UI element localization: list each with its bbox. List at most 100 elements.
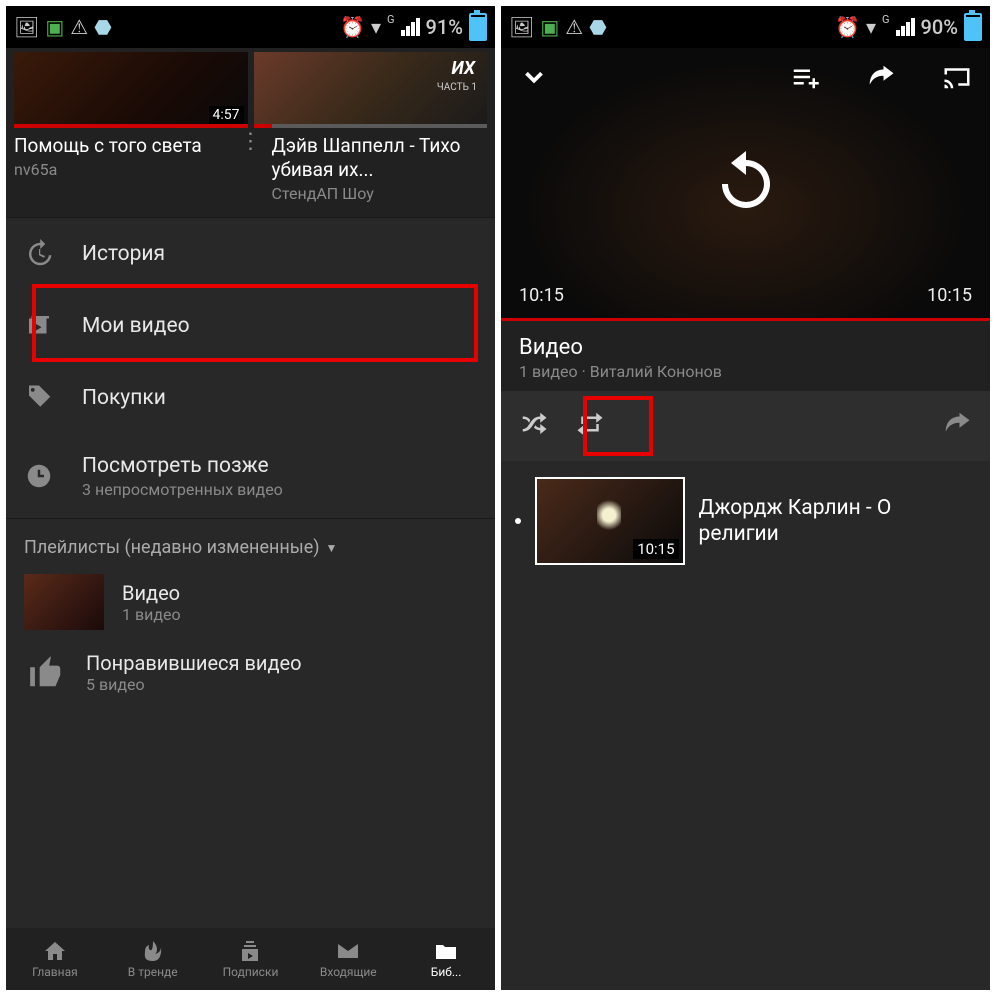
- add-to-playlist-button[interactable]: [790, 62, 820, 96]
- menu-purchases[interactable]: Покупки: [6, 362, 495, 434]
- player-time-elapsed: 10:15: [519, 285, 564, 306]
- video-channel: nv65a: [14, 160, 230, 179]
- nav-trending[interactable]: В тренде: [104, 928, 202, 990]
- playlist-controls: [501, 391, 990, 461]
- share-button[interactable]: [866, 62, 896, 96]
- battery-percent: 91%: [426, 15, 463, 39]
- playlist-thumbnail: [24, 574, 104, 630]
- share-icon: [866, 62, 896, 92]
- dropdown-triangle-icon: ▼: [326, 541, 338, 555]
- alarm-icon: ⏰: [340, 15, 365, 39]
- thumb-overlay-text-2: ЧАСТЬ 1: [437, 82, 477, 93]
- track-thumbnail: 10:15: [535, 477, 685, 565]
- like-icon: [24, 650, 68, 694]
- menu-label: Мои видео: [82, 314, 190, 338]
- menu-history[interactable]: История: [6, 218, 495, 290]
- collapse-button[interactable]: [519, 62, 549, 96]
- tag-icon: [24, 383, 54, 413]
- network-g-icon: G: [882, 13, 890, 26]
- replay-button[interactable]: [710, 145, 782, 221]
- video-thumbnail-2[interactable]: ИХ ЧАСТЬ 1: [254, 52, 488, 128]
- mail-icon: [336, 939, 360, 963]
- cast-icon: [942, 62, 972, 92]
- playlist-title: Видео: [122, 581, 181, 605]
- share-icon: [942, 409, 972, 439]
- menu-label: История: [82, 242, 165, 266]
- warning-icon: ⚠: [70, 15, 88, 39]
- nav-subscriptions[interactable]: Подписки: [202, 928, 300, 990]
- menu-my-videos[interactable]: Мои видео: [6, 290, 495, 362]
- battery-icon: [964, 13, 982, 41]
- loop-button[interactable]: [575, 409, 605, 443]
- subscriptions-icon: [238, 939, 262, 963]
- thumb-overlay-text: ИХ: [452, 58, 475, 79]
- video-thumbnail-1[interactable]: 4:57: [14, 52, 248, 128]
- video-thumbnails-row: 4:57 ИХ ЧАСТЬ 1: [6, 48, 495, 128]
- playlist-name: Видео: [519, 335, 972, 360]
- clock-icon: [24, 461, 54, 491]
- duration-badge: 10:15: [633, 539, 678, 559]
- signal-icon: [401, 18, 420, 36]
- screenshot-left-library: 🖼 ▣ ⚠ ⬣ ⏰ ▾ G 91% 4:57 ИХ ЧАСТЬ 1 Помо: [6, 6, 495, 990]
- wifi-icon: ▾: [371, 15, 381, 39]
- shuffle-button[interactable]: [519, 409, 549, 443]
- image-icon: 🖼: [509, 15, 534, 39]
- player-time-total: 10:15: [927, 285, 972, 306]
- nav-label: Главная: [32, 965, 78, 979]
- bottom-nav: Главная В тренде Подписки Входящие Биб..…: [6, 928, 495, 990]
- playlist-add-icon: [790, 62, 820, 92]
- playlist-item-liked[interactable]: Понравившиеся видео 5 видео: [6, 640, 495, 704]
- cast-button[interactable]: [942, 62, 972, 96]
- replay-icon: [710, 145, 782, 217]
- menu-watch-later[interactable]: Посмотреть позже 3 непросмотренных видео: [6, 434, 495, 518]
- image-icon: 🖼: [14, 15, 39, 39]
- duration-badge: 4:57: [209, 106, 244, 124]
- statusbar-right: 🖼 ▣ ⚠ ⬣ ⏰ ▾ G 90%: [501, 6, 990, 48]
- playlist-info[interactable]: Видео 1 видео · Виталий Кононов: [501, 321, 990, 391]
- video-item-1[interactable]: Помощь с того света nv65a: [14, 134, 230, 203]
- warning-icon: ⚠: [565, 15, 583, 39]
- video-item-2[interactable]: Дэйв Шаппелл - Тихо убивая их... СтендАП…: [272, 134, 488, 203]
- shield-icon: ⬣: [94, 15, 111, 39]
- nav-home[interactable]: Главная: [6, 928, 104, 990]
- loop-icon: [575, 409, 605, 439]
- network-g-icon: G: [387, 13, 395, 26]
- track-title: Джордж Карлин - О религии: [699, 495, 976, 547]
- playlists-header-label: Плейлисты (недавно измененные): [24, 537, 320, 558]
- app-icon: ▣: [45, 15, 64, 39]
- nav-label: Биб...: [431, 965, 462, 979]
- menu-label: Посмотреть позже: [82, 454, 283, 478]
- menu-subtitle: 3 непросмотренных видео: [82, 480, 283, 499]
- app-icon: ▣: [540, 15, 559, 39]
- nav-label: Входящие: [320, 965, 377, 979]
- battery-icon: [469, 13, 487, 41]
- shuffle-icon: [519, 409, 549, 439]
- video-meta-row: Помощь с того света nv65a ⋮ Дэйв Шаппелл…: [6, 128, 495, 217]
- nav-label: Подписки: [223, 965, 279, 979]
- wifi-icon: ▾: [866, 15, 876, 39]
- nav-label: В тренде: [128, 965, 178, 979]
- alarm-icon: ⏰: [835, 15, 860, 39]
- history-icon: [24, 239, 54, 269]
- video-player[interactable]: 10:15 10:15: [501, 48, 990, 318]
- playlist-item-video[interactable]: Видео 1 видео: [6, 564, 495, 640]
- playlists-header[interactable]: Плейлисты (недавно измененные) ▼: [6, 519, 495, 564]
- video-title: Помощь с того света: [14, 134, 230, 158]
- playlist-subtitle: 5 видео: [86, 675, 302, 694]
- playlist-subtitle: 1 видео: [122, 605, 181, 624]
- flame-icon: [141, 939, 165, 963]
- playlist-meta: 1 видео · Виталий Кононов: [519, 362, 972, 381]
- screenshot-right-player: 🖼 ▣ ⚠ ⬣ ⏰ ▾ G 90%: [501, 6, 990, 990]
- more-menu-icon[interactable]: ⋮: [236, 134, 266, 203]
- playlist-share-button[interactable]: [942, 409, 972, 443]
- nav-library[interactable]: Биб...: [397, 928, 495, 990]
- library-menu: История Мои видео Покупки Посмотреть поз…: [6, 218, 495, 518]
- video-channel: СтендАП Шоу: [272, 184, 488, 203]
- myvideos-icon: [24, 311, 54, 341]
- playlist-title: Понравившиеся видео: [86, 651, 302, 675]
- chevron-down-icon: [519, 62, 549, 92]
- nav-inbox[interactable]: Входящие: [299, 928, 397, 990]
- playlist-track-item[interactable]: 10:15 Джордж Карлин - О религии: [501, 461, 990, 581]
- signal-icon: [896, 18, 915, 36]
- folder-icon: [434, 939, 458, 963]
